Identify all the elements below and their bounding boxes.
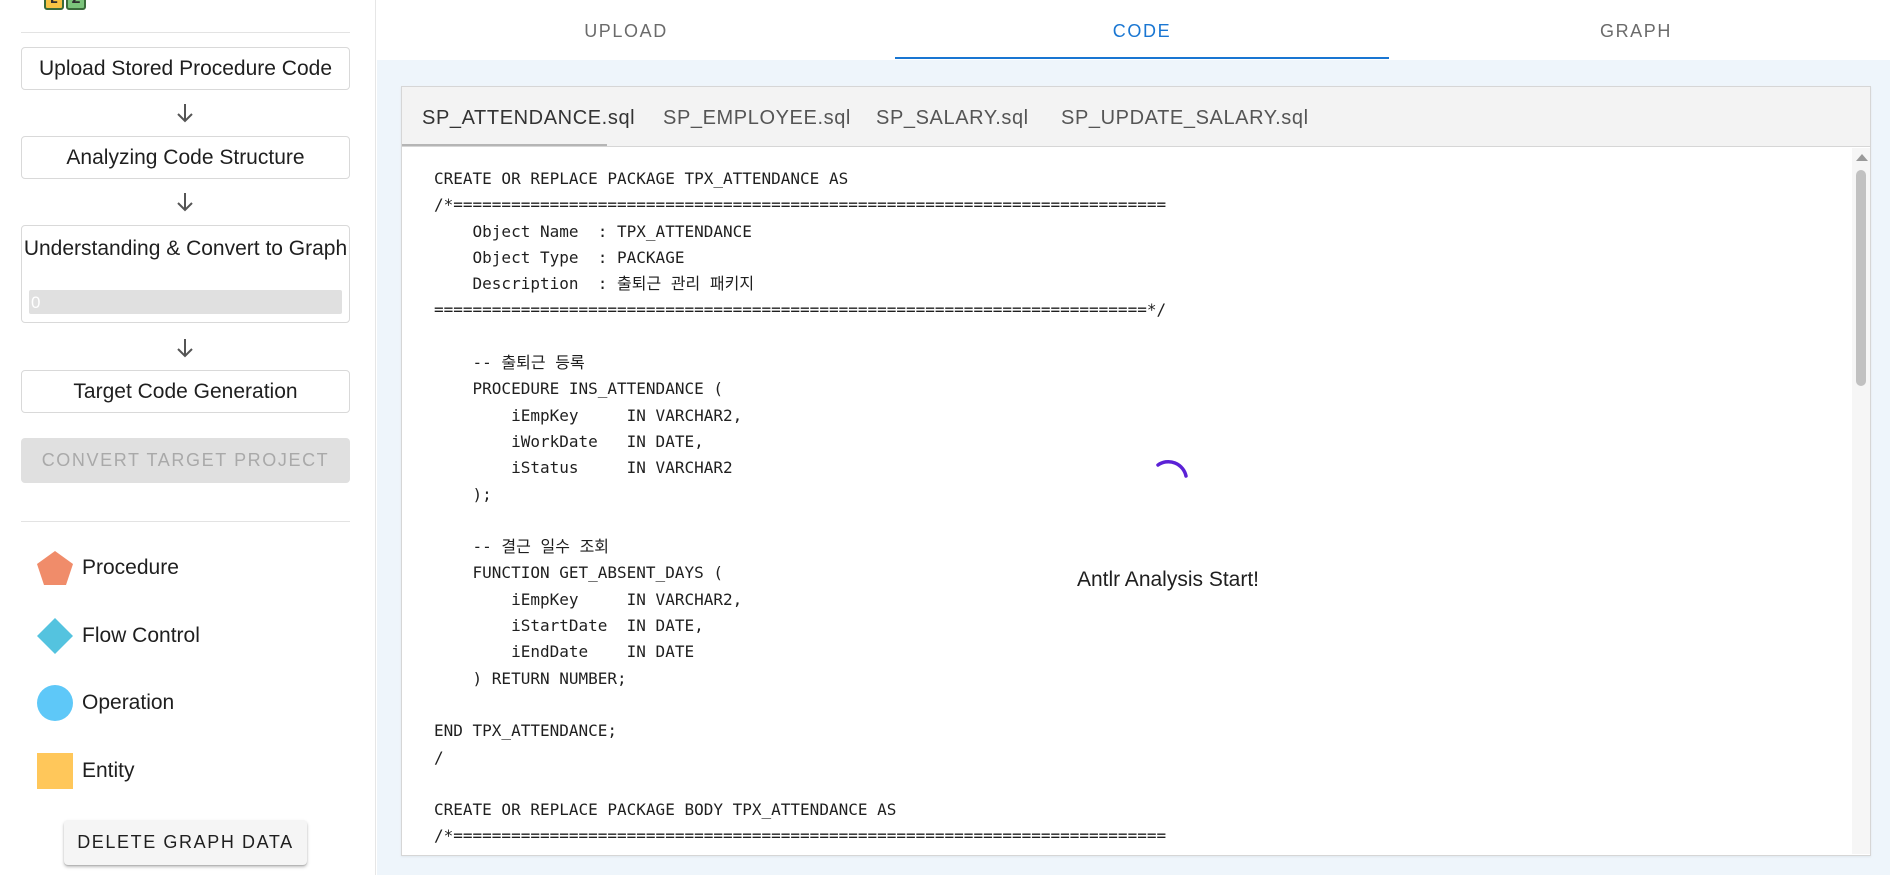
code-viewer[interactable]: CREATE OR REPLACE PACKAGE TPX_ATTENDANCE…	[402, 148, 1870, 854]
arrow-down-icon	[173, 336, 197, 360]
step-label: Target Code Generation	[73, 380, 298, 403]
tab-upload[interactable]: UPLOAD	[379, 0, 873, 60]
loading-spinner-icon	[1149, 456, 1193, 500]
legend-label: Procedure	[82, 556, 179, 579]
step-upload-code: Upload Stored Procedure Code	[21, 47, 350, 90]
main-content: UPLOAD CODE GRAPH SP_ATTENDANCE.sql SP_E…	[377, 0, 1890, 875]
step-target-code-generation: Target Code Generation	[21, 370, 350, 413]
step-label: Upload Stored Procedure Code	[38, 57, 332, 80]
square-icon	[37, 753, 73, 789]
step-label: Analyzing Code Structure	[66, 146, 305, 169]
legend-item-procedure: Procedure	[36, 548, 179, 588]
code-content: CREATE OR REPLACE PACKAGE TPX_ATTENDANCE…	[434, 169, 1167, 846]
divider	[21, 521, 350, 522]
legend-label: Entity	[82, 759, 135, 782]
divider	[21, 32, 350, 33]
file-tab-sp-attendance[interactable]: SP_ATTENDANCE.sql	[422, 87, 635, 147]
app-logo: E Z	[40, 0, 92, 12]
circle-icon	[37, 685, 73, 721]
legend-label: Flow Control	[82, 624, 200, 647]
file-tab-sp-salary[interactable]: SP_SALARY.sql	[876, 87, 1029, 147]
vertical-scrollbar[interactable]	[1852, 148, 1870, 854]
step-convert-to-graph: Understanding & Convert to Graph 0	[21, 225, 350, 323]
pentagon-icon	[37, 551, 73, 585]
legend-item-entity: Entity	[36, 751, 135, 791]
logo-letter-e: E	[44, 0, 64, 10]
scrollbar-thumb[interactable]	[1856, 170, 1866, 386]
main-tabs: UPLOAD CODE GRAPH	[377, 0, 1890, 60]
legend-item-operation: Operation	[36, 683, 174, 723]
scroll-up-arrow-icon[interactable]	[1856, 154, 1868, 161]
progress-value: 0	[31, 293, 41, 312]
convert-target-project-button[interactable]: CONVERT TARGET PROJECT	[21, 438, 350, 483]
file-tab-sp-employee[interactable]: SP_EMPLOYEE.sql	[663, 87, 851, 147]
tab-code[interactable]: CODE	[895, 0, 1389, 60]
active-tab-indicator	[895, 57, 1389, 59]
sidebar: E Z Upload Stored Procedure Code Analyzi…	[0, 0, 376, 875]
legend-item-flow-control: Flow Control	[36, 616, 200, 656]
step-analyzing-code: Analyzing Code Structure	[21, 136, 350, 179]
logo-letter-z: Z	[66, 0, 86, 10]
file-tab-sp-update-salary[interactable]: SP_UPDATE_SALARY.sql	[1061, 87, 1309, 147]
file-tabs: SP_ATTENDANCE.sql SP_EMPLOYEE.sql SP_SAL…	[402, 87, 1870, 147]
arrow-down-icon	[173, 101, 197, 125]
diamond-icon	[37, 618, 73, 654]
tab-graph[interactable]: GRAPH	[1389, 0, 1883, 60]
arrow-down-icon	[173, 190, 197, 214]
active-file-tab-indicator	[402, 144, 607, 146]
loading-message: Antlr Analysis Start!	[1076, 568, 1260, 591]
legend-label: Operation	[82, 691, 175, 714]
progress-bar: 0	[29, 290, 342, 314]
delete-graph-data-button[interactable]: DELETE GRAPH DATA	[64, 820, 307, 865]
step-label: Understanding & Convert to Graph	[23, 237, 348, 260]
code-panel: SP_ATTENDANCE.sql SP_EMPLOYEE.sql SP_SAL…	[401, 86, 1871, 856]
